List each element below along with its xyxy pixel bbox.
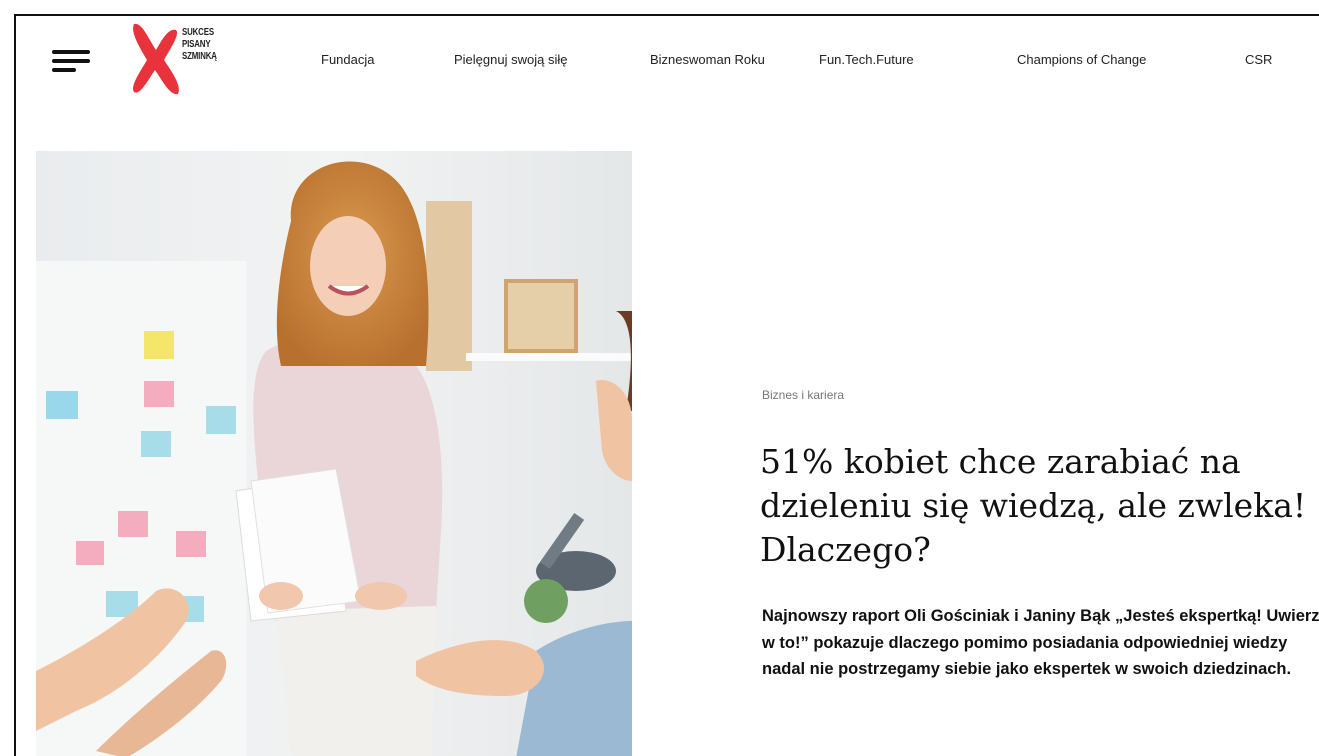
nav-item-bizneswoman-roku[interactable]: Bizneswoman Roku [650,52,765,67]
logo-x-mark [133,23,179,95]
page-frame: SUKCES PISANY SZMINKĄ Fundacja Pielęgnuj… [14,14,1319,756]
site-logo[interactable]: SUKCES PISANY SZMINKĄ [128,20,238,98]
nav-item-champions-of-change[interactable]: Champions of Change [1017,52,1146,67]
article-title[interactable]: 51% kobiet chce zarabiać na dzieleniu si… [760,440,1319,572]
hamburger-menu-icon[interactable] [52,50,90,72]
article-lead: Najnowszy raport Oli Gościniak i Janiny … [762,607,1319,678]
logo-wordmark: SUKCES PISANY SZMINKĄ [182,26,217,62]
site-header: SUKCES PISANY SZMINKĄ Fundacja Pielęgnuj… [16,16,1319,102]
article-category[interactable]: Biznes i kariera [762,388,844,402]
hero-photo-illustration [36,151,632,756]
article-hero-image[interactable] [36,151,632,756]
nav-item-fun-tech-future[interactable]: Fun.Tech.Future [819,52,914,67]
nav-item-fundacja[interactable]: Fundacja [321,52,374,67]
nav-item-pielegnuj[interactable]: Pielęgnuj swoją siłę [454,52,567,67]
nav-item-csr[interactable]: CSR [1245,52,1272,67]
